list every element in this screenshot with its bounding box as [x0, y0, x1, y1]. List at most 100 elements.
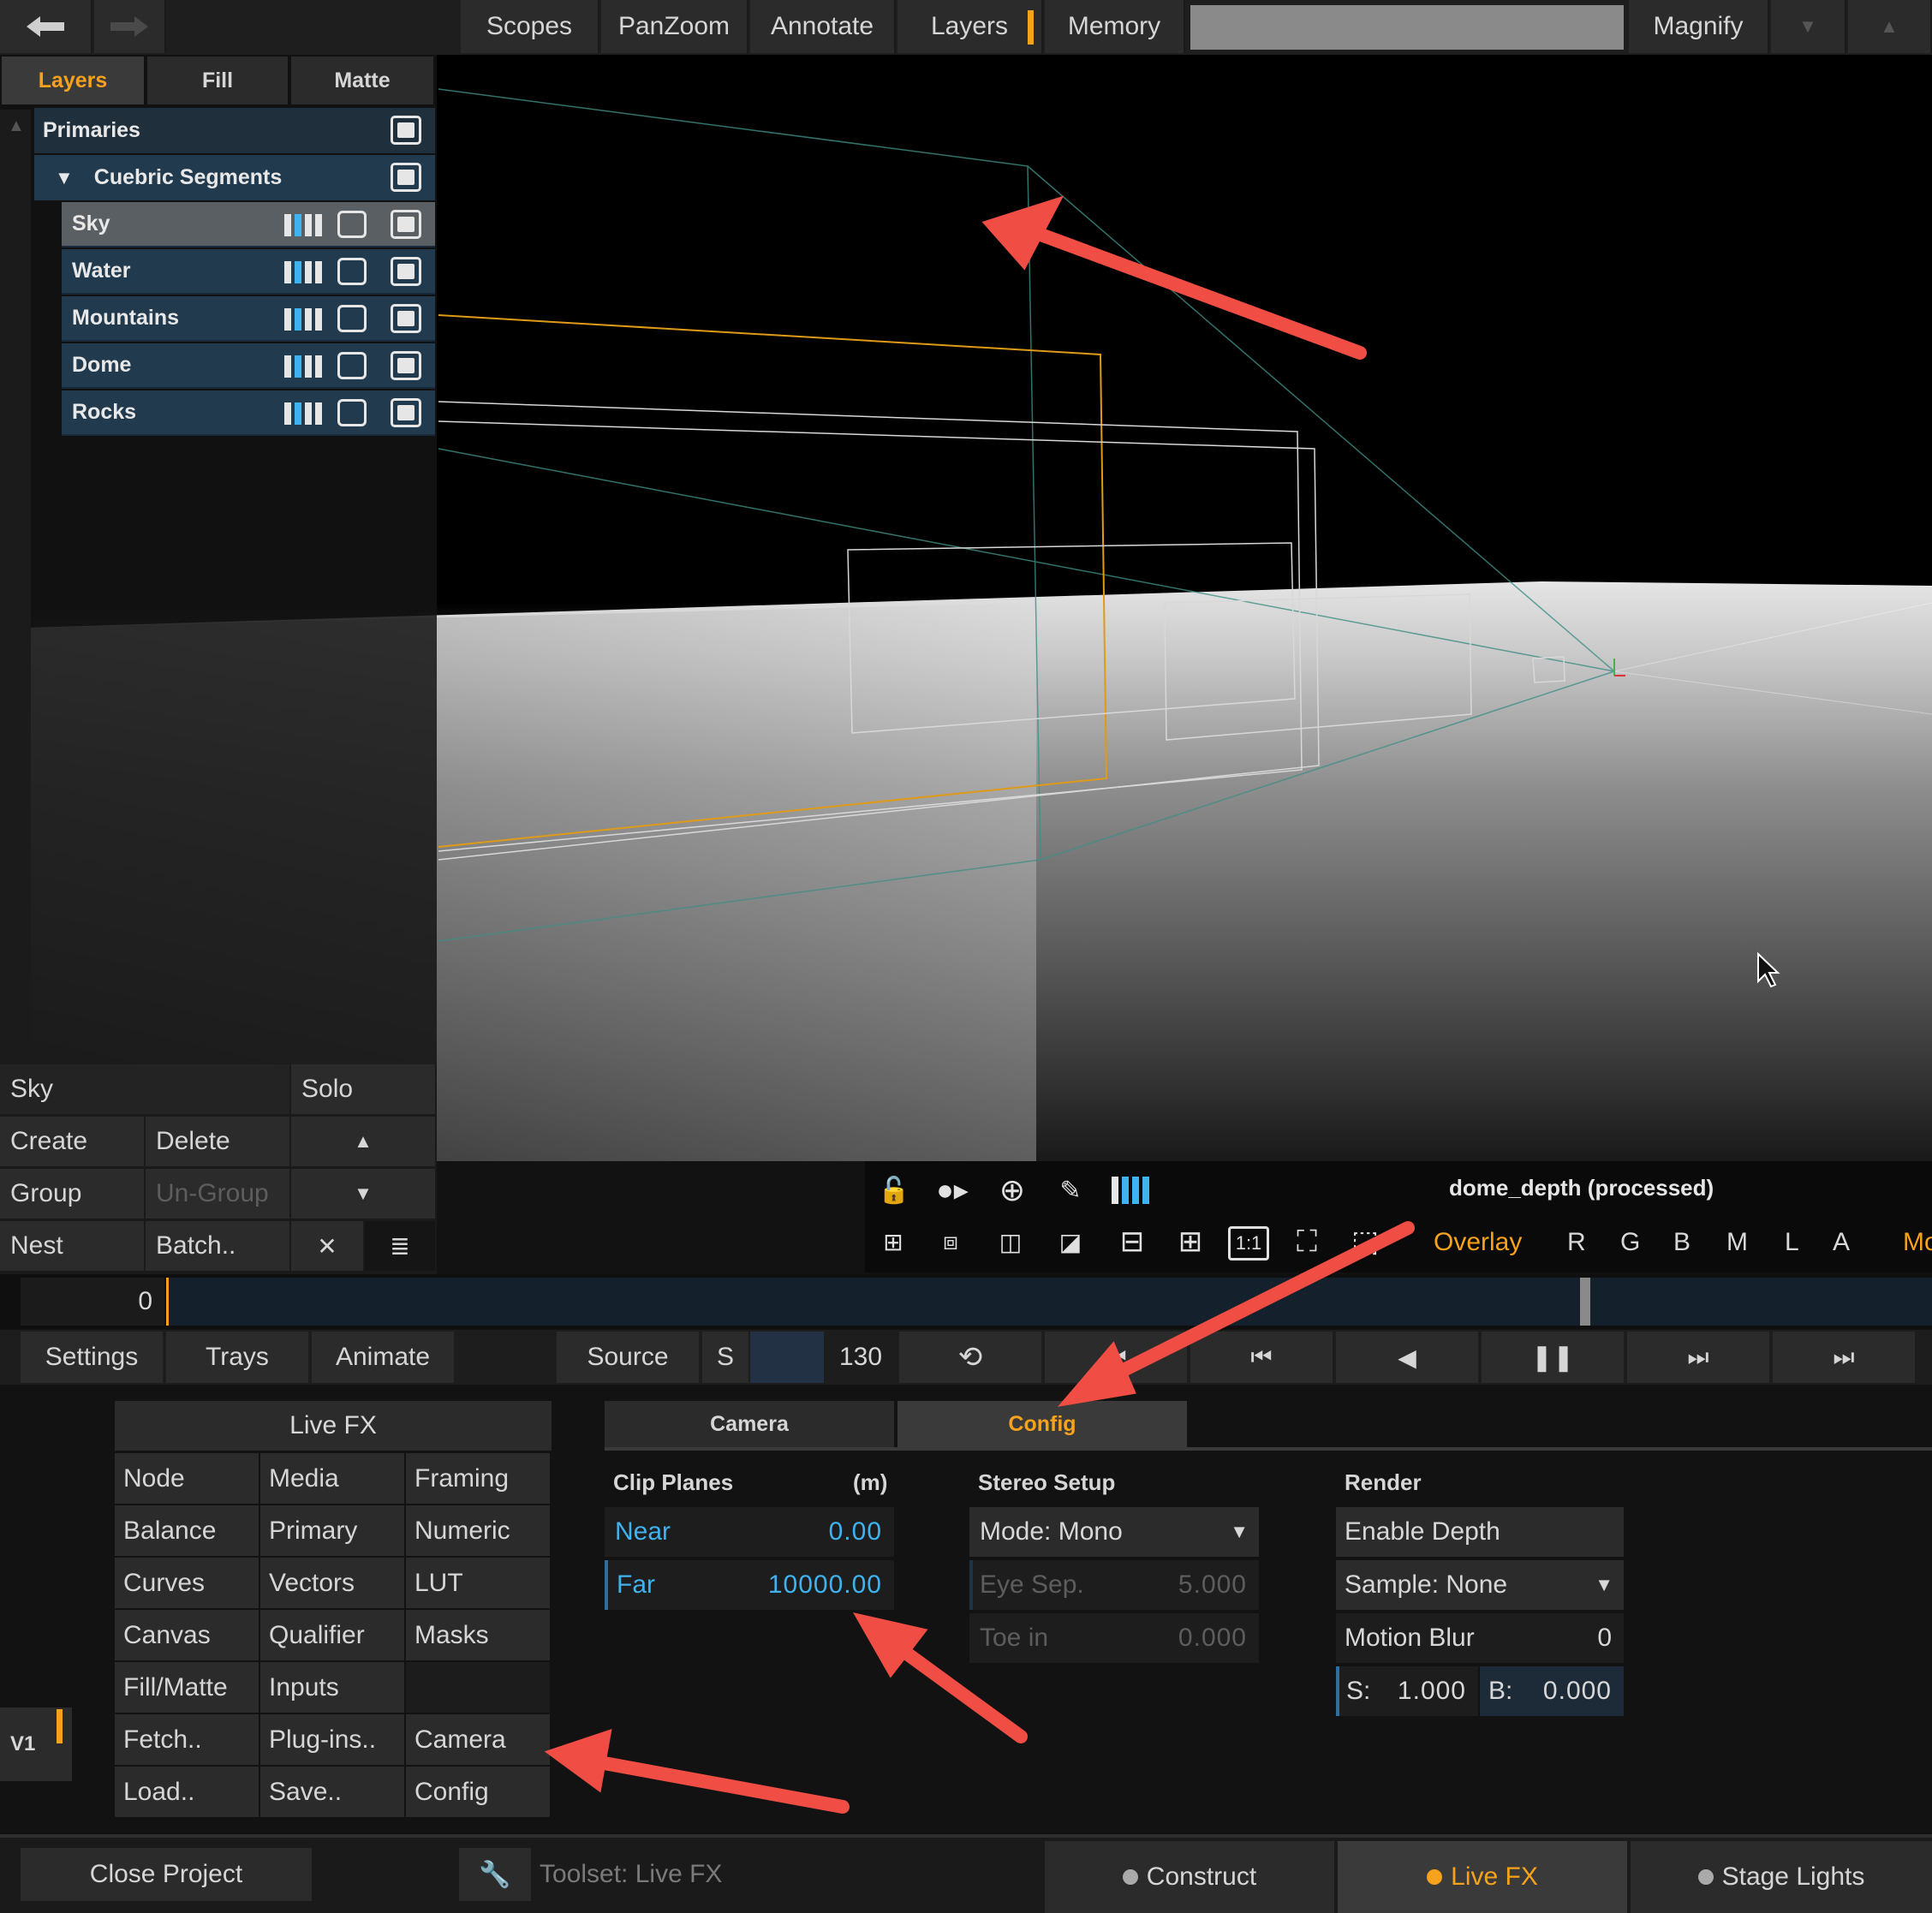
record-icon[interactable]: ●▸ [930, 1170, 975, 1211]
channel-a[interactable]: A [1833, 1228, 1850, 1257]
menu-item-numeric[interactable]: Numeric [406, 1505, 550, 1556]
layers-scrollbar[interactable]: ▲ ▼ [0, 110, 31, 1111]
stereo-mode-select[interactable]: Mode: Mono ▼ [969, 1507, 1259, 1557]
menu-item-save[interactable]: Save.. [260, 1767, 404, 1817]
pause-button[interactable]: ❚❚ [1482, 1332, 1624, 1383]
memory-button[interactable]: Memory [1045, 0, 1185, 53]
menu-item-primary[interactable]: Primary [260, 1505, 404, 1556]
solo-button[interactable]: Solo [291, 1064, 435, 1114]
loop-button[interactable]: ⟲ [899, 1332, 1041, 1383]
zoom-in-icon[interactable]: ⊞ [1170, 1223, 1211, 1260]
group-row[interactable]: ▼ Cuebric Segments [34, 155, 435, 200]
menu-item-config[interactable]: Config [406, 1767, 550, 1817]
menu-item-camera[interactable]: Camera [406, 1714, 550, 1765]
menu-item-fetch[interactable]: Fetch.. [115, 1714, 259, 1765]
near-field[interactable]: Near 0.00 [605, 1507, 894, 1557]
zoom-one-button[interactable]: 1:1 [1228, 1226, 1269, 1260]
menu-item-plug-ins[interactable]: Plug-ins.. [260, 1714, 404, 1765]
fullscreen-icon[interactable]: ⬚ [1345, 1223, 1386, 1260]
tab-matte[interactable]: Matte [291, 57, 433, 104]
source-button[interactable]: Source [557, 1332, 699, 1383]
frame-field-empty[interactable] [750, 1332, 824, 1383]
mode-construct[interactable]: Construct [1045, 1841, 1334, 1913]
menu-item-canvas[interactable]: Canvas [115, 1610, 259, 1660]
checkbox[interactable] [337, 211, 367, 238]
visibility-icon[interactable] [391, 116, 421, 145]
overlay-button[interactable]: Overlay [1434, 1228, 1522, 1257]
go-to-start-button[interactable]: ⏮ [1045, 1332, 1187, 1383]
channel-l[interactable]: L [1785, 1228, 1799, 1257]
timeline[interactable]: 0 [0, 1274, 1932, 1329]
scroll-up-button[interactable]: ▲ [1848, 0, 1932, 53]
checkbox[interactable] [337, 258, 367, 285]
step-forward-button[interactable]: ⏭ [1627, 1332, 1769, 1383]
toe-in-field[interactable]: Toe in 0.000 [969, 1613, 1259, 1663]
far-field[interactable]: Far 10000.00 [605, 1560, 894, 1610]
shutter-field[interactable]: S: 1.000 [1336, 1666, 1478, 1716]
settings-button[interactable]: Settings [21, 1332, 163, 1383]
visibility-icon[interactable] [391, 304, 421, 333]
menu-item-load[interactable]: Load.. [115, 1767, 259, 1817]
wipe-icon[interactable]: ◪ [1046, 1223, 1094, 1260]
menu-item-masks[interactable]: Masks [406, 1610, 550, 1660]
channel-g[interactable]: G [1620, 1228, 1640, 1257]
back-button[interactable] [0, 0, 92, 53]
nest-button[interactable]: Nest [0, 1221, 144, 1271]
eye-sep-field[interactable]: Eye Sep. 5.000 [969, 1560, 1259, 1610]
fit-icon[interactable]: ⛶ [1286, 1223, 1327, 1260]
s-button[interactable]: S [702, 1332, 748, 1383]
checkbox[interactable] [337, 305, 367, 332]
scopes-button[interactable]: Scopes [461, 0, 599, 53]
close-button[interactable]: ✕ [291, 1221, 363, 1271]
menu-item-balance[interactable]: Balance [115, 1505, 259, 1556]
pencil-icon[interactable]: ✎ [1050, 1170, 1091, 1211]
menu-item-curves[interactable]: Curves [115, 1558, 259, 1608]
create-button[interactable]: Create [0, 1117, 144, 1166]
layer-row-sky[interactable]: Sky [62, 202, 435, 247]
magnify-button[interactable]: Magnify [1629, 0, 1769, 53]
step-back-button[interactable]: ⏮ [1190, 1332, 1333, 1383]
tab-fill[interactable]: Fill [147, 57, 288, 104]
layer-row-rocks[interactable]: Rocks [62, 390, 435, 436]
menu-item-node[interactable]: Node [115, 1453, 259, 1504]
channel-b[interactable]: B [1673, 1228, 1690, 1257]
primaries-row[interactable]: Primaries [34, 108, 435, 153]
scroll-down-button[interactable]: ▼ [1771, 0, 1846, 53]
tab-camera[interactable]: Camera [605, 1401, 894, 1447]
visibility-icon[interactable] [391, 210, 421, 239]
frame-number[interactable]: 130 [826, 1332, 896, 1383]
forward-button[interactable] [94, 0, 166, 53]
layers-button[interactable]: Layers [897, 0, 1043, 53]
layer-row-mountains[interactable]: Mountains [62, 296, 435, 342]
menu-item-media[interactable]: Media [260, 1453, 404, 1504]
tab-config[interactable]: Config [897, 1401, 1187, 1447]
enable-depth-button[interactable]: Enable Depth [1336, 1507, 1624, 1557]
list-menu-button[interactable]: ≣ [365, 1221, 435, 1271]
channel-r[interactable]: R [1567, 1228, 1586, 1257]
motion-blur-field[interactable]: Motion Blur 0 [1336, 1613, 1624, 1663]
checkbox[interactable] [337, 399, 367, 426]
bias-field[interactable]: B: 0.000 [1480, 1666, 1624, 1716]
mode-stage-lights[interactable]: Stage Lights [1631, 1841, 1932, 1913]
group-button[interactable]: Group [0, 1169, 144, 1219]
menu-item-qualifier[interactable]: Qualifier [260, 1610, 404, 1660]
delete-button[interactable]: Delete [146, 1117, 289, 1166]
playhead[interactable] [1580, 1278, 1590, 1326]
v1-tab[interactable]: V1 [0, 1707, 72, 1781]
visibility-icon[interactable] [391, 351, 421, 380]
go-to-end-button[interactable]: ⏭ [1773, 1332, 1915, 1383]
timeline-track[interactable] [166, 1278, 1932, 1326]
menu-item-fill-matte[interactable]: Fill/Matte [115, 1662, 259, 1713]
channel-m[interactable]: M [1726, 1228, 1748, 1257]
animate-button[interactable]: Animate [312, 1332, 454, 1383]
layer-row-water[interactable]: Water [62, 249, 435, 295]
annotate-button[interactable]: Annotate [750, 0, 896, 53]
memory-slot-bar[interactable] [1190, 5, 1624, 50]
expand-triangle-icon[interactable]: ▼ [55, 167, 74, 189]
menu-item-lut[interactable]: LUT [406, 1558, 550, 1608]
toolset-wrench-button[interactable]: 🔧 [459, 1848, 531, 1901]
lock-icon[interactable]: 🔓 [874, 1170, 915, 1211]
close-project-button[interactable]: Close Project [21, 1848, 312, 1901]
tab-layers[interactable]: Layers [2, 57, 144, 104]
layer-row-dome[interactable]: Dome [62, 343, 435, 389]
